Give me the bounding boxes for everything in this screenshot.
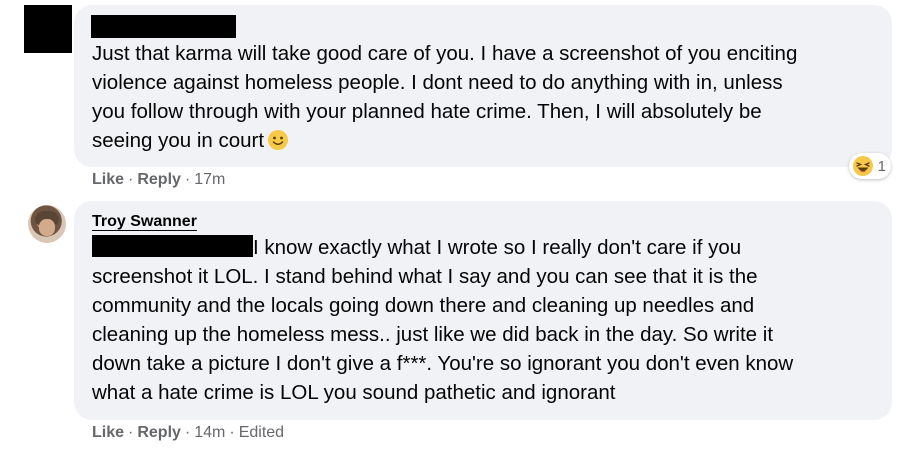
- timestamp[interactable]: 17m: [194, 171, 225, 189]
- comment-actions: Like · Reply · 17m: [92, 171, 225, 189]
- separator-dot: ·: [184, 424, 191, 441]
- comment-text: Just that karma will take good care of y…: [92, 42, 798, 152]
- laughing-face-icon: [852, 156, 873, 176]
- redacted-author-name[interactable]: [91, 15, 236, 38]
- reaction-summary[interactable]: 1: [848, 153, 891, 179]
- separator-dot: ·: [229, 424, 235, 441]
- separator-dot: ·: [128, 171, 134, 188]
- comment-text: I know exactly what I wrote so I really …: [92, 235, 794, 404]
- like-link[interactable]: Like: [92, 171, 124, 189]
- comment-author[interactable]: Troy Swanner: [92, 213, 197, 231]
- avatar-face: [39, 219, 55, 236]
- separator-dot: ·: [184, 171, 191, 188]
- comment-bubble: Troy Swanner I know exactly what I wrote…: [74, 201, 892, 420]
- avatar[interactable]: [28, 205, 66, 243]
- redacted-mention[interactable]: [92, 235, 253, 257]
- smiley-emoji-icon: [268, 130, 289, 150]
- edited-label[interactable]: Edited: [239, 424, 284, 442]
- timestamp[interactable]: 14m: [194, 424, 225, 442]
- redacted-avatar[interactable]: [24, 5, 72, 53]
- reply-link[interactable]: Reply: [137, 171, 181, 189]
- comment-actions: Like · Reply · 14m · Edited: [92, 424, 284, 442]
- comment-bubble: Just that karma will take good care of y…: [74, 5, 892, 179]
- reply-link[interactable]: Reply: [137, 424, 181, 442]
- like-link[interactable]: Like: [92, 424, 124, 442]
- reaction-count: 1: [877, 157, 886, 175]
- separator-dot: ·: [128, 424, 134, 441]
